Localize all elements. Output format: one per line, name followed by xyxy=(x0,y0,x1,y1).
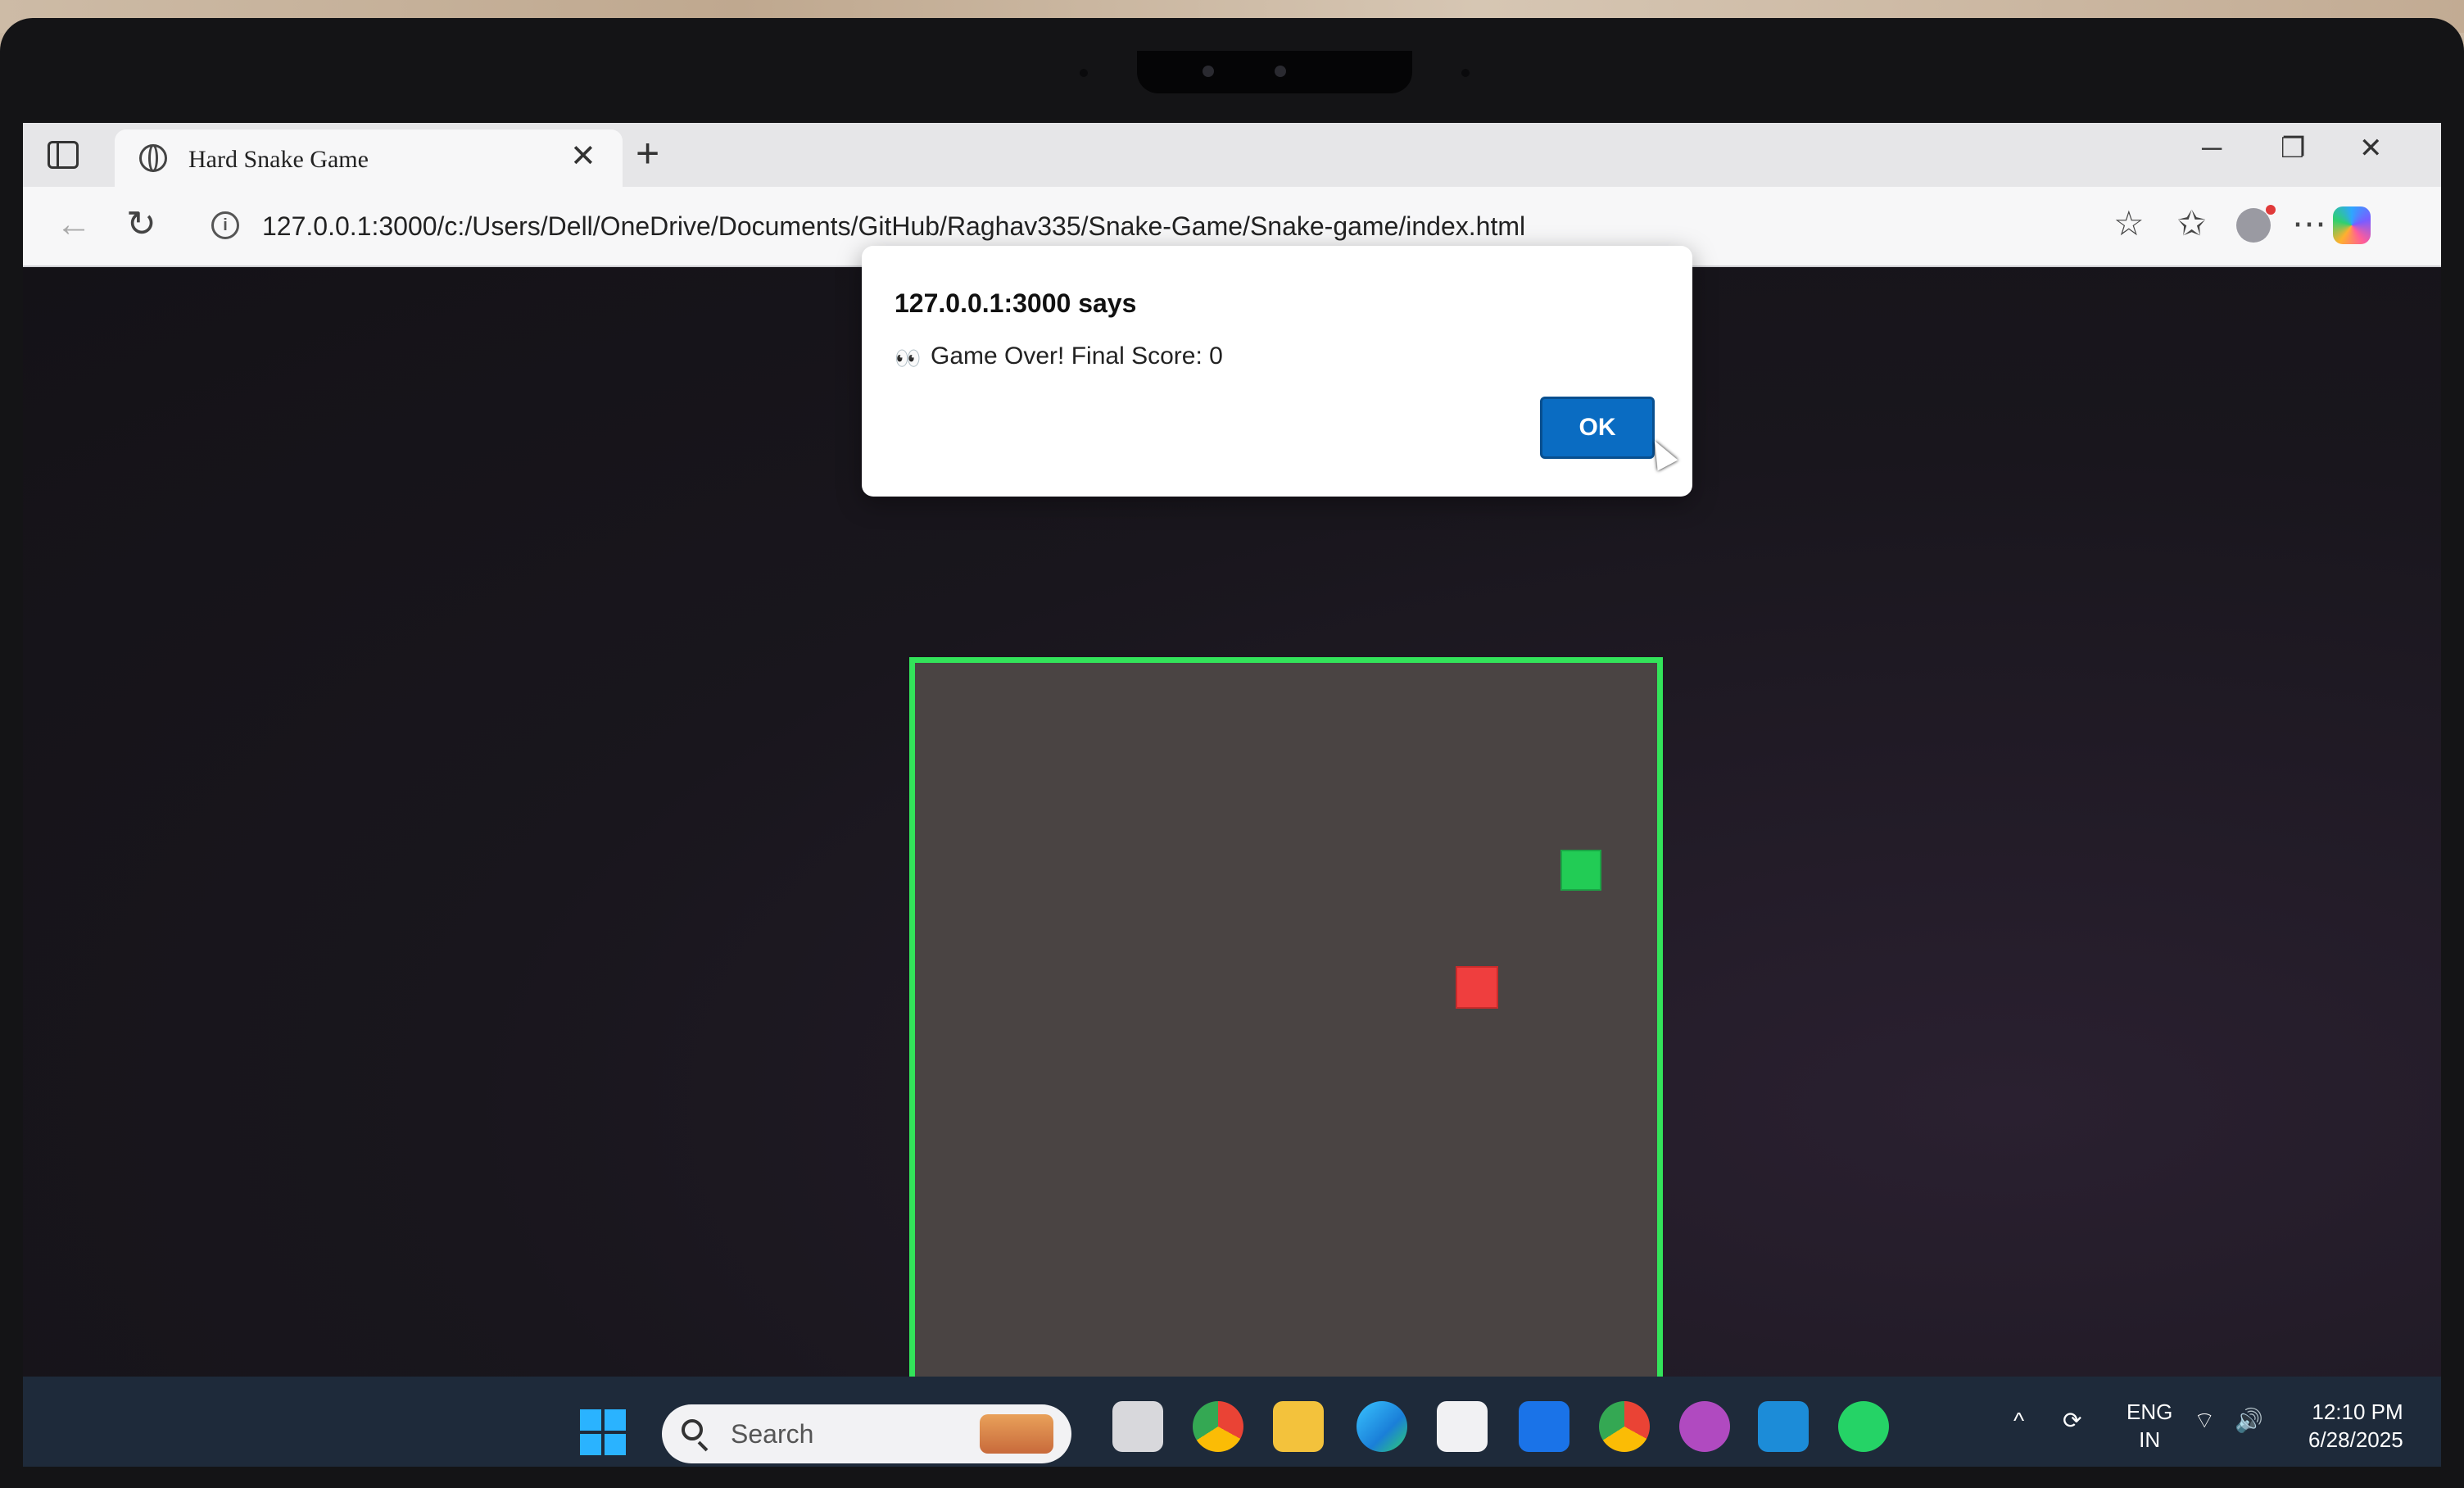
taskbar-search[interactable]: Search xyxy=(662,1404,1071,1463)
whatsapp-icon[interactable] xyxy=(1838,1401,1889,1452)
laptop-bezel: Hard Snake Game ✕ + ─ ❐ ✕ ← ↻ i 127.0.0.… xyxy=(0,18,2464,1488)
back-button[interactable]: ← xyxy=(56,206,92,243)
minimize-button[interactable]: ─ xyxy=(2202,134,2222,162)
language-indicator[interactable]: ENG IN xyxy=(2127,1398,2172,1454)
reload-button[interactable]: ↻ xyxy=(126,206,156,243)
favorite-star-icon[interactable]: ☆ xyxy=(2113,206,2145,241)
food-square xyxy=(1560,850,1601,891)
wifi-icon[interactable]: ⌔ xyxy=(2194,1409,2215,1432)
dialog-title: 127.0.0.1:3000 says xyxy=(895,288,1137,318)
url-input[interactable]: 127.0.0.1:3000/c:/Users/Dell/OneDrive/Do… xyxy=(262,211,1525,242)
snake-head xyxy=(1456,966,1498,1009)
more-menu-icon[interactable]: ⋯ xyxy=(2292,206,2326,241)
bezel-dot xyxy=(1080,69,1088,77)
search-highlight-image xyxy=(980,1414,1053,1454)
camera-lens xyxy=(1203,66,1214,77)
ok-button[interactable]: OK xyxy=(1540,397,1655,459)
tab-bar: Hard Snake Game ✕ + ─ ❐ ✕ xyxy=(23,123,2441,187)
task-view-icon[interactable] xyxy=(1112,1401,1163,1452)
clock[interactable]: 12:10 PM 6/28/2025 xyxy=(2308,1398,2403,1454)
clock-time: 12:10 PM xyxy=(2312,1400,2403,1424)
game-board[interactable] xyxy=(909,657,1663,1411)
tray-chevron-icon[interactable]: ^ xyxy=(2013,1409,2024,1432)
site-info-icon[interactable]: i xyxy=(211,211,239,239)
vscode-icon[interactable] xyxy=(1758,1401,1809,1452)
github-desktop-icon[interactable] xyxy=(1679,1401,1730,1452)
search-icon xyxy=(682,1419,703,1440)
volume-icon[interactable]: 🔊 xyxy=(2235,1409,2263,1432)
copilot-icon[interactable] xyxy=(2333,206,2371,244)
tab-title: Hard Snake Game xyxy=(188,146,369,173)
camera-notch xyxy=(1137,51,1412,93)
windows-start-icon[interactable] xyxy=(580,1409,626,1455)
search-placeholder: Search xyxy=(731,1419,814,1449)
alert-dialog: 127.0.0.1:3000 says 👀 Game Over! Final S… xyxy=(862,246,1692,497)
bezel-dot xyxy=(1461,69,1470,77)
restore-button[interactable]: ❐ xyxy=(2281,134,2305,162)
sync-icon[interactable]: ⟳ xyxy=(2063,1409,2081,1432)
tab-close-button[interactable]: ✕ xyxy=(570,141,596,172)
chrome-icon[interactable] xyxy=(1193,1401,1243,1452)
eyes-icon: 👀 xyxy=(895,346,922,370)
screen: Hard Snake Game ✕ + ─ ❐ ✕ ← ↻ i 127.0.0.… xyxy=(23,123,2441,1467)
profile-avatar[interactable] xyxy=(2236,205,2276,243)
close-window-button[interactable]: ✕ xyxy=(2359,134,2383,162)
edge-icon[interactable] xyxy=(1357,1401,1407,1452)
file-explorer-icon[interactable] xyxy=(1273,1401,1324,1452)
region-code: IN xyxy=(2139,1427,2161,1452)
dialog-message: Game Over! Final Score: 0 xyxy=(931,343,1223,370)
sidebar-toggle-icon[interactable] xyxy=(48,141,79,169)
microsoft-store-icon[interactable] xyxy=(1437,1401,1488,1452)
taskbar: Search ^ ⟳ ENG IN ⌔ 🔊 12:10 PM 6/28/2025 xyxy=(23,1377,2441,1467)
chrome-profile-icon[interactable] xyxy=(1599,1401,1650,1452)
globe-icon xyxy=(139,144,167,172)
tab-hard-snake-game[interactable]: Hard Snake Game ✕ xyxy=(115,129,623,187)
camera-sensor xyxy=(1275,66,1286,77)
clock-date: 6/28/2025 xyxy=(2308,1427,2403,1452)
outlook-icon[interactable] xyxy=(1519,1401,1569,1452)
language-code: ENG xyxy=(2127,1400,2173,1424)
favorites-icon[interactable]: ✩ xyxy=(2177,206,2206,241)
new-tab-button[interactable]: + xyxy=(636,133,659,174)
